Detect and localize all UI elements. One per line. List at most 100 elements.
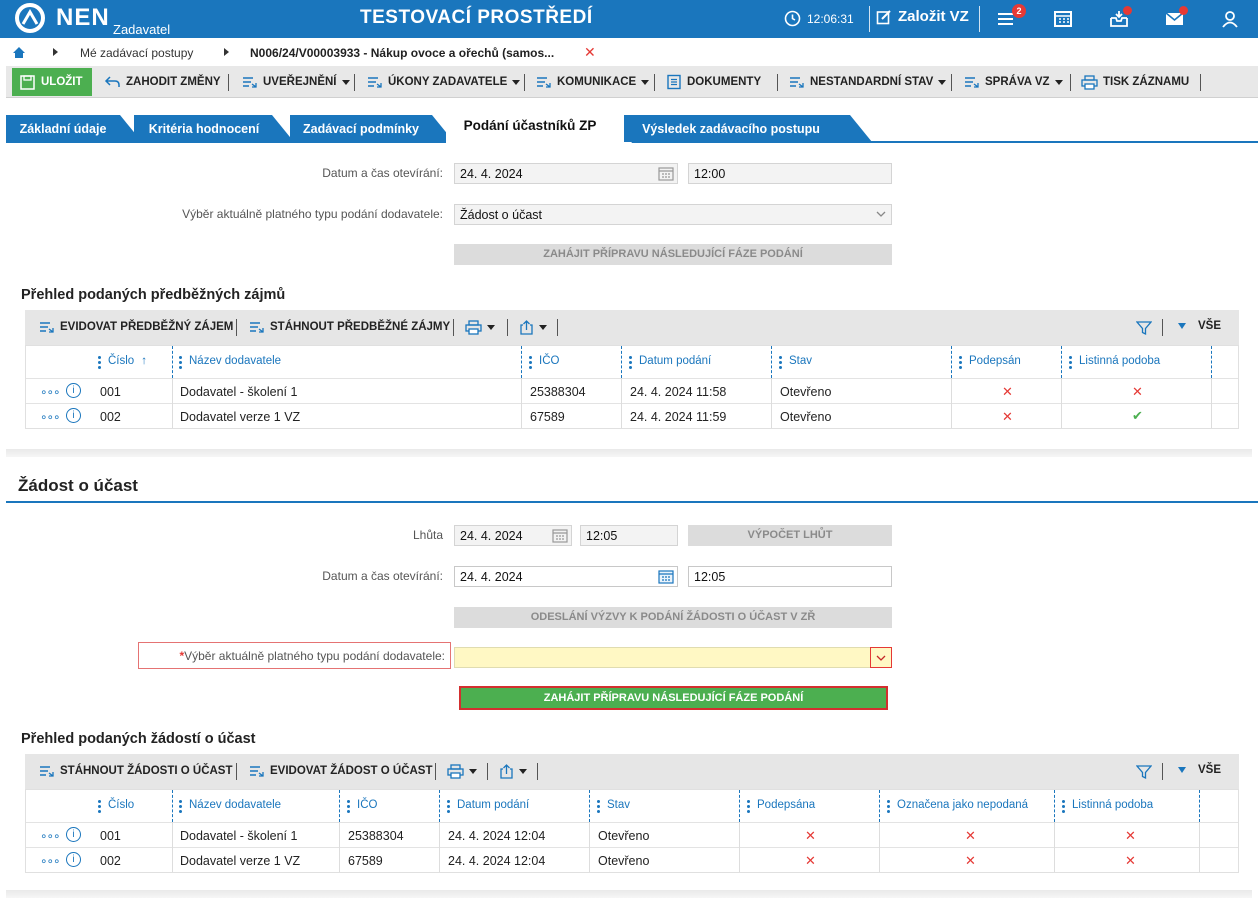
register-request-button[interactable]: EVIDOVAT ŽÁDOST O ÚČAST — [249, 764, 433, 778]
management-menu[interactable]: SPRÁVA VZ — [964, 72, 1063, 92]
submission-type-select[interactable]: Žádost o účast — [454, 204, 892, 225]
info-icon[interactable]: i — [66, 852, 81, 867]
column-header-state[interactable]: Stav — [779, 346, 812, 378]
tab-basic-info[interactable]: Základní údaje — [6, 115, 142, 142]
column-menu-icon[interactable] — [98, 800, 101, 822]
column-header-state[interactable]: Stav — [597, 790, 630, 822]
tab-conditions[interactable]: Zadávací podmínky — [290, 115, 454, 142]
breadcrumb-current[interactable]: N006/24/V00003933 - Nákup ovoce a ořechů… — [250, 46, 554, 60]
print-record-button[interactable]: TISK ZÁZNAMU — [1081, 72, 1189, 92]
column-menu-icon[interactable] — [447, 800, 450, 822]
row-actions-icon[interactable]: ∘∘∘ — [40, 410, 61, 424]
column-header-supplier[interactable]: Název dodavatele — [179, 790, 281, 822]
home-icon[interactable] — [12, 46, 26, 59]
user-icon[interactable] — [1219, 8, 1241, 30]
column-header-paper[interactable]: Listinná podoba — [1069, 346, 1160, 378]
info-icon[interactable]: i — [66, 408, 81, 423]
opening-time-field[interactable]: 12:00 — [688, 163, 892, 184]
print-grid-menu[interactable] — [465, 320, 495, 335]
column-header-supplier[interactable]: Název dodavatele — [179, 346, 281, 378]
view-all-toggle[interactable]: VŠE — [1177, 320, 1221, 332]
export-menu[interactable] — [499, 764, 527, 779]
close-icon[interactable]: ✕ — [584, 44, 596, 61]
calendar-icon[interactable] — [658, 166, 674, 181]
calculate-deadlines-button[interactable]: VÝPOČET LHŮT — [688, 525, 892, 546]
nonstandard-state-menu[interactable]: NESTANDARDNÍ STAV — [789, 72, 947, 92]
info-icon[interactable]: i — [66, 383, 81, 398]
start-next-phase-button[interactable]: ZAHÁJIT PŘÍPRAVU NÁSLEDUJÍCÍ FÁZE PODÁNÍ — [459, 686, 888, 710]
column-menu-icon[interactable] — [1069, 356, 1072, 378]
table-row[interactable]: ∘∘∘ i 001 Dodavatel - školení 1 25388304… — [26, 378, 1238, 403]
column-menu-icon[interactable] — [779, 356, 782, 378]
save-button[interactable]: ULOŽIT — [12, 68, 92, 96]
calendar-icon[interactable] — [1052, 8, 1074, 30]
communication-menu[interactable]: KOMUNIKACE — [536, 72, 650, 92]
discard-changes-button[interactable]: ZAHODIT ZMĚNY — [104, 72, 221, 92]
divider — [979, 6, 980, 32]
column-menu-icon[interactable] — [959, 356, 962, 378]
send-invitation-button[interactable]: ODESLÁNÍ VÝZVY K PODÁNÍ ŽÁDOSTI O ÚČAST … — [454, 607, 892, 628]
column-header-date[interactable]: Datum podání — [447, 790, 529, 822]
column-header-signed[interactable]: Podepsána — [747, 790, 815, 822]
table-row[interactable]: ∘∘∘ i 001 Dodavatel - školení 1 25388304… — [26, 822, 1238, 847]
calendar-icon[interactable] — [658, 569, 674, 584]
column-menu-icon[interactable] — [747, 800, 750, 822]
breadcrumb-item[interactable]: Mé zadávací postupy — [80, 46, 193, 60]
info-icon[interactable]: i — [66, 827, 81, 842]
column-menu-icon[interactable] — [347, 800, 350, 822]
column-header-number[interactable]: Číslo — [98, 790, 134, 822]
column-header-date[interactable]: Datum podání — [629, 346, 711, 378]
column-header-ico[interactable]: IČO — [347, 790, 377, 822]
printer-icon — [447, 764, 464, 779]
row-actions-icon[interactable]: ∘∘∘ — [40, 829, 61, 843]
opening-time-field[interactable]: 12:05 — [688, 566, 892, 587]
table-row[interactable]: ∘∘∘ i 002 Dodavatel verze 1 VZ 67589 24.… — [26, 847, 1238, 872]
filter-icon[interactable] — [1136, 764, 1152, 780]
filter-icon[interactable] — [1136, 320, 1152, 336]
deadline-date-field[interactable]: 24. 4. 2024 — [454, 525, 572, 546]
cell-number: 002 — [100, 410, 121, 424]
row-actions-icon[interactable]: ∘∘∘ — [40, 385, 61, 399]
documents-button[interactable]: DOKUMENTY — [666, 72, 761, 92]
inbox-notification-dot — [1123, 6, 1132, 15]
register-interest-button[interactable]: EVIDOVAT PŘEDBĚŽNÝ ZÁJEM — [39, 320, 233, 334]
print-grid-menu[interactable] — [447, 764, 477, 779]
new-vz-button[interactable]: Založit VZ — [876, 8, 969, 25]
row-actions-icon[interactable]: ∘∘∘ — [40, 854, 61, 868]
publish-menu[interactable]: UVEŘEJNĚNÍ — [242, 72, 350, 92]
column-menu-icon[interactable] — [179, 800, 182, 822]
column-menu-icon[interactable] — [98, 356, 101, 378]
column-divider — [172, 378, 173, 428]
deadline-time-field[interactable]: 12:05 — [580, 525, 678, 546]
download-requests-button[interactable]: STÁHNOUT ŽÁDOSTI O ÚČAST — [39, 764, 233, 778]
tab-participant-submissions[interactable]: Podání účastníků ZP — [446, 110, 632, 143]
opening-date-field[interactable]: 24. 4. 2024 — [454, 163, 678, 184]
export-menu[interactable] — [519, 320, 547, 335]
opening-date-field[interactable]: 24. 4. 2024 — [454, 566, 678, 587]
column-header-signed[interactable]: Podepsán — [959, 346, 1021, 378]
column-header-ico[interactable]: IČO — [529, 346, 559, 378]
column-menu-icon[interactable] — [597, 800, 600, 822]
column-menu-icon[interactable] — [1062, 800, 1065, 822]
triangle-down-icon — [1178, 323, 1186, 329]
download-interests-label: STÁHNOUT PŘEDBĚŽNÉ ZÁJMY — [270, 321, 451, 333]
column-header-number[interactable]: Číslo ↑ — [98, 346, 147, 378]
cell-date: 24. 4. 2024 11:58 — [630, 385, 727, 399]
submission-type-select[interactable] — [454, 647, 892, 668]
calendar-icon[interactable] — [552, 528, 568, 543]
column-header-not-submitted[interactable]: Označena jako nepodaná — [887, 790, 1028, 822]
start-next-phase-button[interactable]: ZAHÁJIT PŘÍPRAVU NÁSLEDUJÍCÍ FÁZE PODÁNÍ — [454, 244, 892, 265]
dropdown-toggle[interactable] — [870, 647, 892, 668]
column-menu-icon[interactable] — [179, 356, 182, 378]
column-menu-icon[interactable] — [529, 356, 532, 378]
column-menu-icon[interactable] — [887, 800, 890, 822]
actions-menu[interactable]: ÚKONY ZADAVATELE — [367, 72, 521, 92]
table-row[interactable]: ∘∘∘ i 002 Dodavatel verze 1 VZ 67589 24.… — [26, 403, 1238, 428]
column-menu-icon[interactable] — [629, 356, 632, 378]
tab-procedure-result[interactable]: Výsledek zadávacího postupu — [624, 115, 872, 142]
column-header-paper[interactable]: Listinná podoba — [1062, 790, 1153, 822]
deadline-date-value: 24. 4. 2024 — [460, 529, 523, 543]
download-interests-button[interactable]: STÁHNOUT PŘEDBĚŽNÉ ZÁJMY — [249, 320, 450, 334]
tab-evaluation-criteria[interactable]: Kritéria hodnocení — [134, 115, 294, 142]
view-all-toggle[interactable]: VŠE — [1177, 764, 1221, 776]
